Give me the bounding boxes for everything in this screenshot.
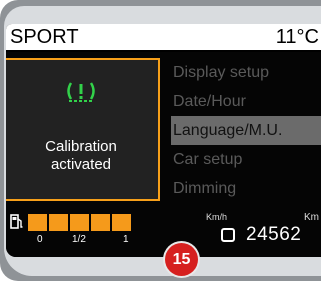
fuel-segment (28, 214, 47, 231)
menu-item-dimming[interactable]: Dimming (171, 174, 321, 203)
calibration-popup: Calibration activated (6, 58, 160, 201)
speed-unit: Km/h (206, 212, 228, 222)
calibration-message: Calibration activated (6, 138, 156, 174)
calibration-line-2: activated (50, 156, 112, 173)
callout-number-badge: 15 (165, 243, 198, 276)
menu-item-display-setup[interactable]: Display setup (171, 58, 321, 87)
odometer-icon (221, 228, 235, 242)
tire-pressure-warning-icon (64, 80, 98, 106)
calibration-line-1: Calibration (45, 138, 117, 155)
status-strip: 0 1/2 1 Km/h Km 24562 (6, 210, 321, 257)
fuel-scale-full: 1 (123, 234, 129, 245)
instrument-display: SPORT 11°C Calibration activated Display… (6, 24, 321, 257)
menu-item-car-setup[interactable]: Car setup (171, 145, 321, 174)
fuel-gauge (28, 214, 131, 231)
fuel-segment (49, 214, 68, 231)
menu-item-language-mu[interactable]: Language/M.U. (171, 116, 321, 145)
fuel-segment (91, 214, 110, 231)
fuel-pump-icon (10, 214, 24, 230)
odometer-value: 24562 (246, 224, 302, 245)
outside-temperature: 11°C (275, 26, 319, 48)
odometer-unit: Km (304, 212, 319, 223)
fuel-segment (112, 214, 131, 231)
setup-menu: Display setup Date/Hour Language/M.U. Ca… (171, 58, 321, 203)
drive-mode: SPORT (10, 26, 79, 48)
menu-item-date-hour[interactable]: Date/Hour (171, 87, 321, 116)
display-header: SPORT 11°C (6, 24, 321, 52)
fuel-segment (70, 214, 89, 231)
fuel-scale: 0 1/2 1 (6, 234, 156, 246)
fuel-scale-empty: 0 (37, 234, 43, 245)
fuel-scale-half: 1/2 (72, 234, 86, 245)
